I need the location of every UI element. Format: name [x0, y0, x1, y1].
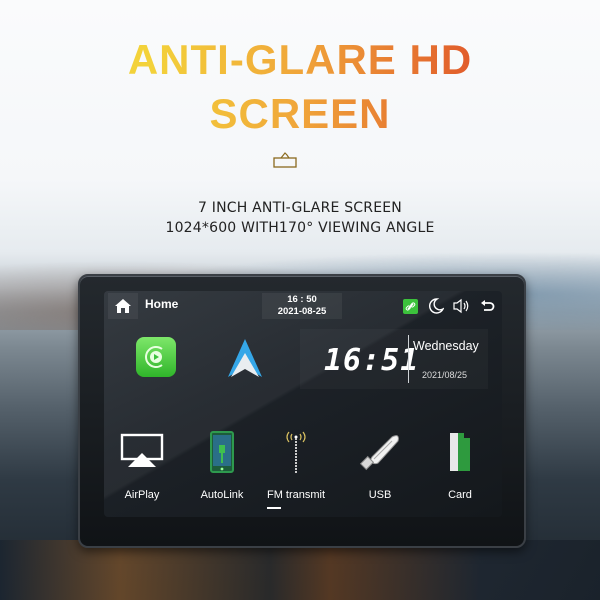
screen-badge-icon [273, 152, 297, 168]
home-label: Home [145, 297, 179, 311]
dock-item-airplay[interactable]: AirPlay [106, 427, 178, 503]
volume-icon [453, 298, 469, 314]
widget-weekday: Wednesday [413, 339, 479, 353]
night-mode-button[interactable] [426, 296, 446, 316]
headline-line-1: ANTI-GLARE HD [0, 36, 600, 84]
device-screen: Home 16 : 50 2021-08-25 16:51 Wednesday … [104, 291, 502, 517]
usb-icon [359, 435, 399, 471]
headline-line-2: SCREEN [0, 90, 600, 138]
dock-item-autolink[interactable]: AutoLink [186, 427, 258, 503]
subtitle-line-1: 7 INCH ANTI-GLARE SCREEN [198, 200, 402, 216]
android-auto-app[interactable] [226, 337, 264, 379]
widget-divider [408, 335, 409, 383]
background-road [0, 540, 600, 600]
status-clock: 16 : 50 2021-08-25 [262, 293, 342, 319]
back-icon [481, 300, 495, 311]
home-button[interactable] [108, 293, 138, 319]
status-time: 16 : 50 [287, 294, 317, 305]
airplay-icon [120, 433, 164, 467]
dock-item-usb[interactable]: USB [344, 427, 416, 503]
dock-label: AutoLink [200, 489, 244, 501]
dock-item-card[interactable]: Card [424, 427, 496, 503]
subtitle-line-2: 1024*600 WITH170° VIEWING ANGLE [165, 220, 435, 236]
android-auto-icon [228, 339, 262, 377]
sd-card-icon [450, 433, 470, 471]
volume-button[interactable] [452, 296, 472, 316]
dock-item-fm-transmit[interactable]: FM transmit [260, 427, 332, 503]
link-button[interactable] [400, 296, 420, 316]
autolink-icon [210, 431, 234, 473]
widget-date: 2021/08/25 [422, 370, 468, 380]
moon-icon [429, 298, 444, 314]
home-icon [115, 299, 131, 313]
active-tab-indicator [267, 507, 281, 509]
widget-time: 16:51 [324, 343, 420, 378]
dock-label: AirPlay [124, 489, 160, 501]
dock-label: USB [368, 489, 392, 501]
fm-antenna-icon [286, 431, 306, 473]
status-icons [400, 295, 498, 317]
clock-widget[interactable]: 16:51 Wednesday 2021/08/25 [300, 329, 488, 389]
carplay-icon [145, 346, 163, 368]
back-button[interactable] [478, 296, 498, 316]
dock-label: Card [448, 489, 472, 501]
carplay-app[interactable] [136, 337, 176, 377]
link-icon [402, 298, 418, 314]
dock-label: FM transmit [266, 489, 326, 501]
status-date: 2021-08-25 [277, 306, 327, 317]
status-bar: Home 16 : 50 2021-08-25 [104, 291, 502, 321]
